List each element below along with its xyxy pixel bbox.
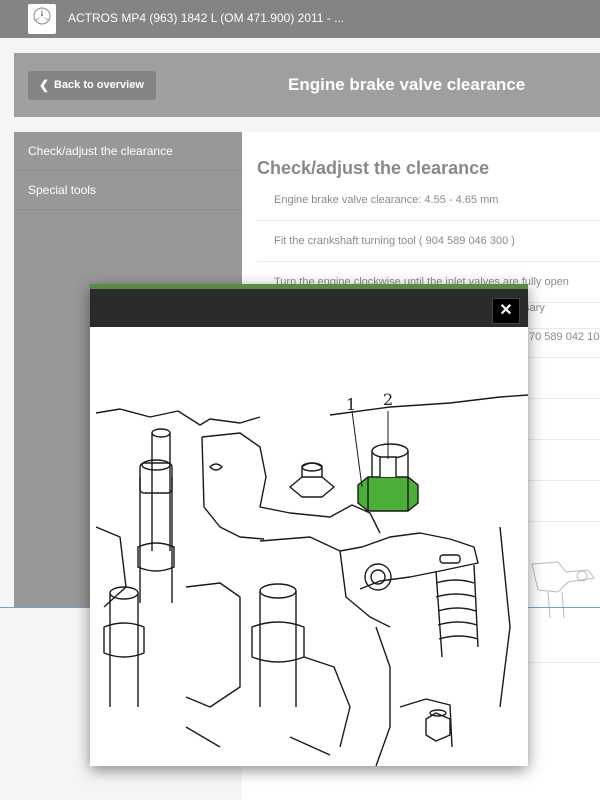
image-modal: ✕ 1 2	[90, 284, 528, 766]
modal-header: ✕	[90, 289, 528, 327]
callout-label-2: 2	[383, 390, 394, 409]
close-icon[interactable]: ✕	[492, 298, 520, 324]
engine-brake-valve-diagram	[95, 394, 528, 766]
modal-body: 1 2	[90, 327, 528, 766]
callout-label-1: 1	[346, 395, 357, 414]
